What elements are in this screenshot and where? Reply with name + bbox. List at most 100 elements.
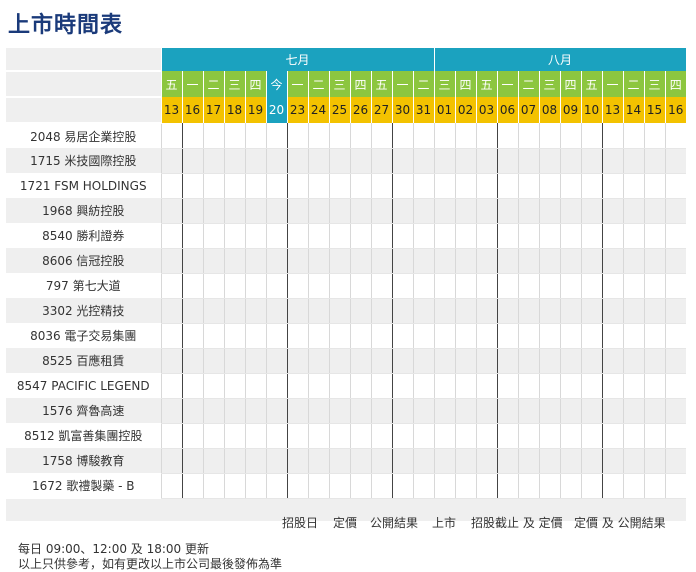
calendar-cell <box>517 473 539 499</box>
date-cell: 20 <box>265 97 287 123</box>
calendar-cell <box>412 173 434 199</box>
calendar-cell <box>412 348 434 374</box>
calendar-cell <box>349 448 371 474</box>
calendar-cell <box>265 423 287 449</box>
calendar-cell <box>454 423 476 449</box>
calendar-cell <box>370 273 392 299</box>
calendar-cell <box>244 398 266 424</box>
calendar-cell <box>622 148 644 174</box>
calendar-cell <box>286 248 308 274</box>
company-name[interactable]: 8606 信冠控股 <box>6 248 161 273</box>
calendar-cell <box>454 348 476 374</box>
calendar-cell <box>664 223 686 249</box>
calendar-cell <box>265 123 287 149</box>
legend-subscription-date: 招股日 <box>282 516 319 530</box>
calendar-cell <box>181 173 203 199</box>
calendar-cell <box>475 248 497 274</box>
calendar-cell <box>517 448 539 474</box>
company-name[interactable]: 8512 凱富善集團控股 <box>6 423 161 448</box>
calendar-cell <box>454 198 476 224</box>
calendar-cell <box>538 448 560 474</box>
calendar-cell <box>202 123 224 149</box>
calendar-cell <box>370 473 392 499</box>
calendar-cell <box>349 423 371 449</box>
company-name[interactable]: 1576 齊魯高速 <box>6 398 161 423</box>
calendar-cell <box>370 148 392 174</box>
calendar-cell <box>286 148 308 174</box>
company-name[interactable]: 2048 易居企業控股 <box>6 123 161 148</box>
calendar-cell <box>412 148 434 174</box>
calendar-cell <box>622 323 644 349</box>
calendar-cell <box>412 423 434 449</box>
calendar-cell <box>307 473 329 499</box>
calendar-cell <box>538 173 560 199</box>
weekday-cell: 一 <box>601 71 623 97</box>
calendar-cell <box>643 473 665 499</box>
company-row: 797 第七大道 <box>6 273 686 299</box>
weekday-cell: 三 <box>223 71 245 97</box>
calendar-cell <box>412 398 434 424</box>
calendar-cell <box>160 448 182 474</box>
calendar-cell <box>622 373 644 399</box>
calendar-cell <box>349 223 371 249</box>
calendar-cell <box>244 473 266 499</box>
calendar-cell <box>286 473 308 499</box>
calendar-cell <box>244 373 266 399</box>
calendar-cell <box>475 223 497 249</box>
calendar-cell <box>622 173 644 199</box>
calendar-cell <box>349 298 371 324</box>
company-name[interactable]: 8036 電子交易集團 <box>6 323 161 348</box>
calendar-cell <box>244 248 266 274</box>
calendar-cell <box>538 198 560 224</box>
calendar-cell <box>538 473 560 499</box>
calendar-cell <box>160 273 182 299</box>
calendar-cell <box>244 423 266 449</box>
legend-pricing: 定價 <box>333 516 358 530</box>
calendar-cell <box>643 173 665 199</box>
calendar-cell <box>601 348 623 374</box>
calendar-cell <box>265 223 287 249</box>
calendar-cell <box>433 223 455 249</box>
calendar-cell <box>601 448 623 474</box>
calendar-cell <box>223 373 245 399</box>
calendar-cell <box>580 448 602 474</box>
calendar-cell <box>517 348 539 374</box>
calendar-cell <box>412 248 434 274</box>
calendar-cell <box>433 423 455 449</box>
calendar-cell <box>664 373 686 399</box>
company-name[interactable]: 1758 博駿教育 <box>6 448 161 473</box>
calendar-cell <box>328 323 350 349</box>
calendar-cell <box>643 298 665 324</box>
calendar-cell <box>202 248 224 274</box>
calendar-cell <box>391 198 413 224</box>
company-name[interactable]: 8540 勝利證券 <box>6 223 161 248</box>
calendar-cell <box>349 348 371 374</box>
weekday-cell: 五 <box>160 71 182 97</box>
calendar-cell <box>160 248 182 274</box>
calendar-cell <box>517 323 539 349</box>
company-name[interactable]: 1721 FSM HOLDINGS <box>6 173 161 198</box>
calendar-cell <box>412 123 434 149</box>
calendar-cell <box>559 298 581 324</box>
weekday-cell: 二 <box>412 71 434 97</box>
company-name[interactable]: 8547 PACIFIC LEGEND <box>6 373 161 398</box>
calendar-cell <box>559 273 581 299</box>
calendar-cell <box>580 398 602 424</box>
calendar-cell <box>307 298 329 324</box>
calendar-cell <box>391 298 413 324</box>
company-name[interactable]: 1672 歌禮製藥 - B <box>6 473 161 498</box>
company-name[interactable]: 8525 百應租賃 <box>6 348 161 373</box>
calendar-cell <box>559 248 581 274</box>
calendar-cell <box>454 123 476 149</box>
calendar-cell <box>601 323 623 349</box>
company-name[interactable]: 1968 興紡控股 <box>6 198 161 223</box>
calendar-cell <box>223 148 245 174</box>
weekday-cell: 四 <box>244 71 266 97</box>
company-name[interactable]: 1715 米技國際控股 <box>6 148 161 173</box>
company-name[interactable]: 797 第七大道 <box>6 273 161 298</box>
calendar-cell <box>580 173 602 199</box>
company-name[interactable]: 3302 光控精技 <box>6 298 161 323</box>
calendar-cell <box>580 248 602 274</box>
calendar-cell <box>454 248 476 274</box>
calendar-cell <box>601 273 623 299</box>
